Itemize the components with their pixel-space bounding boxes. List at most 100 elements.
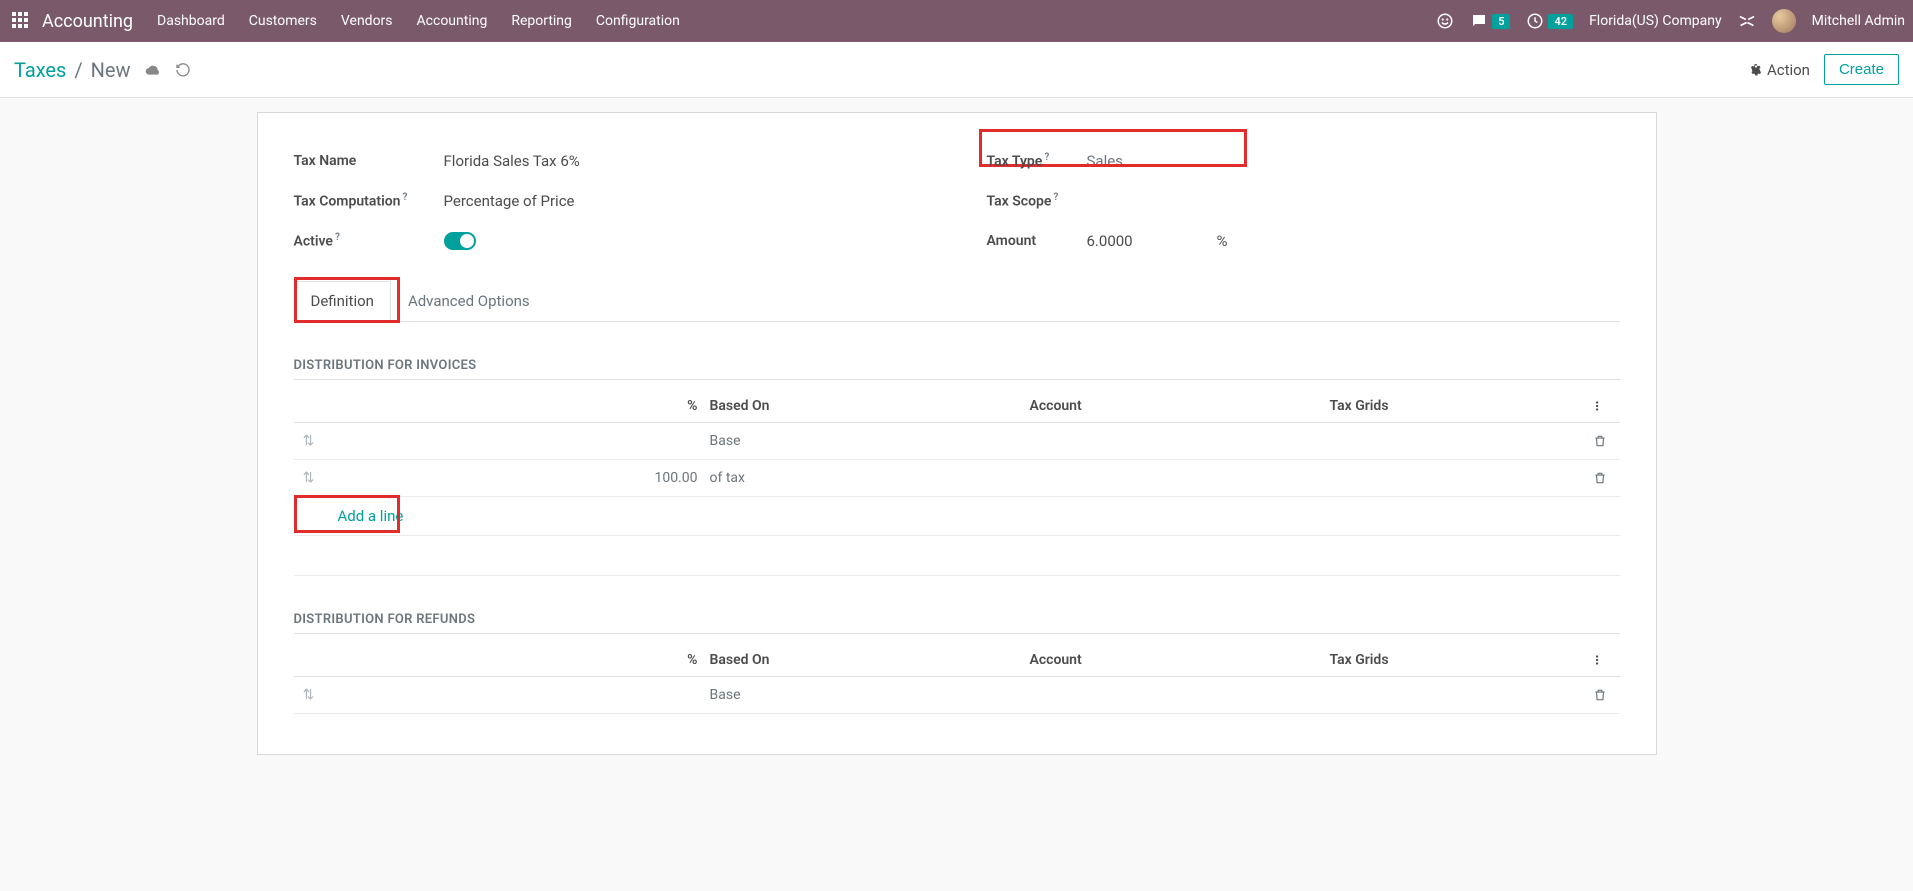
top-navbar: Accounting Dashboard Customers Vendors A… <box>0 0 1913 42</box>
trash-icon[interactable] <box>1593 687 1607 703</box>
create-button[interactable]: Create <box>1824 54 1899 85</box>
help-icon[interactable]: ? <box>1053 192 1058 203</box>
messages-button[interactable]: 5 <box>1470 12 1510 30</box>
tab-definition[interactable]: Definition <box>294 281 391 322</box>
field-tax-type: Tax Type? Sales <box>987 141 1620 181</box>
breadcrumb-separator: / <box>74 58 82 82</box>
nav-item-configuration[interactable]: Configuration <box>596 13 680 29</box>
col-based-on: Based On <box>704 644 1024 677</box>
company-selector[interactable]: Florida(US) Company <box>1589 13 1722 29</box>
main-scroll-area[interactable]: Tax Name Florida Sales Tax 6% Tax Comput… <box>0 98 1913 891</box>
active-toggle[interactable] <box>444 232 476 250</box>
cell-tax-grids[interactable] <box>1324 677 1580 714</box>
drag-handle-icon[interactable]: ⇅ <box>303 687 315 703</box>
avatar[interactable] <box>1772 9 1796 33</box>
refunds-table: % Based On Account Tax Grids ⇅ Base <box>294 644 1620 714</box>
cell-tax-grids[interactable] <box>1324 460 1580 497</box>
support-icon[interactable] <box>1436 12 1454 30</box>
cell-based-on[interactable]: of tax <box>704 460 1024 497</box>
add-line-link[interactable]: Add a line <box>294 497 1620 535</box>
cell-account[interactable] <box>1024 460 1324 497</box>
amount-label: Amount <box>987 233 1087 249</box>
field-tax-computation: Tax Computation? Percentage of Price <box>294 181 927 221</box>
tax-name-value[interactable]: Florida Sales Tax 6% <box>444 152 580 170</box>
trash-icon[interactable] <box>1593 433 1607 449</box>
col-based-on: Based On <box>704 390 1024 423</box>
undo-icon[interactable] <box>175 61 191 77</box>
nav-item-reporting[interactable]: Reporting <box>511 13 572 29</box>
nav-item-dashboard[interactable]: Dashboard <box>157 13 225 29</box>
section-header-invoices: DISTRIBUTION FOR INVOICES <box>294 358 1620 380</box>
breadcrumb: Taxes / New <box>14 58 191 82</box>
amount-unit: % <box>1217 232 1228 250</box>
user-menu[interactable]: Mitchell Admin <box>1812 13 1905 29</box>
table-spacer <box>294 536 1620 576</box>
cell-percent[interactable]: 100.00 <box>324 460 704 497</box>
nav-menu: Dashboard Customers Vendors Accounting R… <box>157 13 680 29</box>
control-panel: Taxes / New Action Create <box>0 42 1913 98</box>
form-grid: Tax Name Florida Sales Tax 6% Tax Comput… <box>294 141 1620 261</box>
cell-based-on[interactable]: Base <box>704 423 1024 460</box>
tax-type-label: Tax Type? <box>987 152 1087 170</box>
col-handle <box>294 390 324 423</box>
control-panel-right: Action Create <box>1749 54 1899 85</box>
amount-value[interactable]: 6.0000 <box>1087 232 1217 250</box>
col-account: Account <box>1024 644 1324 677</box>
field-amount: Amount 6.0000 % <box>987 221 1620 261</box>
cell-account[interactable] <box>1024 423 1324 460</box>
nav-item-accounting[interactable]: Accounting <box>417 13 488 29</box>
breadcrumb-root[interactable]: Taxes <box>14 58 66 82</box>
apps-icon[interactable] <box>12 12 30 30</box>
table-row[interactable]: ⇅ 100.00 of tax <box>294 460 1620 497</box>
settings-icon[interactable] <box>1586 398 1600 414</box>
trash-icon[interactable] <box>1593 470 1607 486</box>
cell-percent[interactable] <box>324 423 704 460</box>
active-label: Active? <box>294 232 444 250</box>
tabs-wrap: Definition Advanced Options <box>294 281 1620 322</box>
action-dropdown[interactable]: Action <box>1749 61 1810 79</box>
add-line-row: Add a line <box>294 497 1620 536</box>
field-tax-name: Tax Name Florida Sales Tax 6% <box>294 141 927 181</box>
help-icon[interactable]: ? <box>335 232 340 243</box>
col-percent: % <box>324 390 704 423</box>
tax-scope-label: Tax Scope? <box>987 192 1087 210</box>
col-account: Account <box>1024 390 1324 423</box>
tabs: Definition Advanced Options <box>294 281 1620 322</box>
col-tax-grids: Tax Grids <box>1324 644 1580 677</box>
nav-item-vendors[interactable]: Vendors <box>341 13 393 29</box>
col-handle <box>294 644 324 677</box>
table-row[interactable]: ⇅ Base <box>294 677 1620 714</box>
form-sheet: Tax Name Florida Sales Tax 6% Tax Comput… <box>257 112 1657 755</box>
field-active: Active? <box>294 221 927 261</box>
invoices-table: % Based On Account Tax Grids ⇅ Base <box>294 390 1620 576</box>
form-col-right: Tax Type? Sales Tax Scope? Amount 6.0000… <box>987 141 1620 261</box>
tax-computation-label: Tax Computation? <box>294 192 444 210</box>
activities-button[interactable]: 42 <box>1526 12 1573 30</box>
help-icon[interactable]: ? <box>402 192 407 203</box>
breadcrumb-current: New <box>91 58 131 82</box>
tax-type-value[interactable]: Sales <box>1087 152 1123 170</box>
tab-advanced-options[interactable]: Advanced Options <box>391 281 547 321</box>
action-label: Action <box>1767 61 1810 79</box>
tax-computation-value[interactable]: Percentage of Price <box>444 192 575 210</box>
cell-account[interactable] <box>1024 677 1324 714</box>
form-col-left: Tax Name Florida Sales Tax 6% Tax Comput… <box>294 141 927 261</box>
cell-tax-grids[interactable] <box>1324 423 1580 460</box>
col-settings <box>1580 644 1620 677</box>
activities-badge: 42 <box>1548 14 1573 29</box>
cloud-icon[interactable] <box>145 61 161 77</box>
help-icon[interactable]: ? <box>1044 152 1049 163</box>
drag-handle-icon[interactable]: ⇅ <box>303 470 315 486</box>
cell-percent[interactable] <box>324 677 704 714</box>
messages-badge: 5 <box>1492 14 1510 29</box>
drag-handle-icon[interactable]: ⇅ <box>303 433 315 449</box>
cell-based-on[interactable]: Base <box>704 677 1024 714</box>
col-percent: % <box>324 644 704 677</box>
settings-icon[interactable] <box>1586 652 1600 668</box>
app-brand[interactable]: Accounting <box>42 11 133 32</box>
table-row[interactable]: ⇅ Base <box>294 423 1620 460</box>
debug-icon[interactable] <box>1738 12 1756 30</box>
col-tax-grids: Tax Grids <box>1324 390 1580 423</box>
tax-name-label: Tax Name <box>294 153 444 169</box>
nav-item-customers[interactable]: Customers <box>249 13 317 29</box>
